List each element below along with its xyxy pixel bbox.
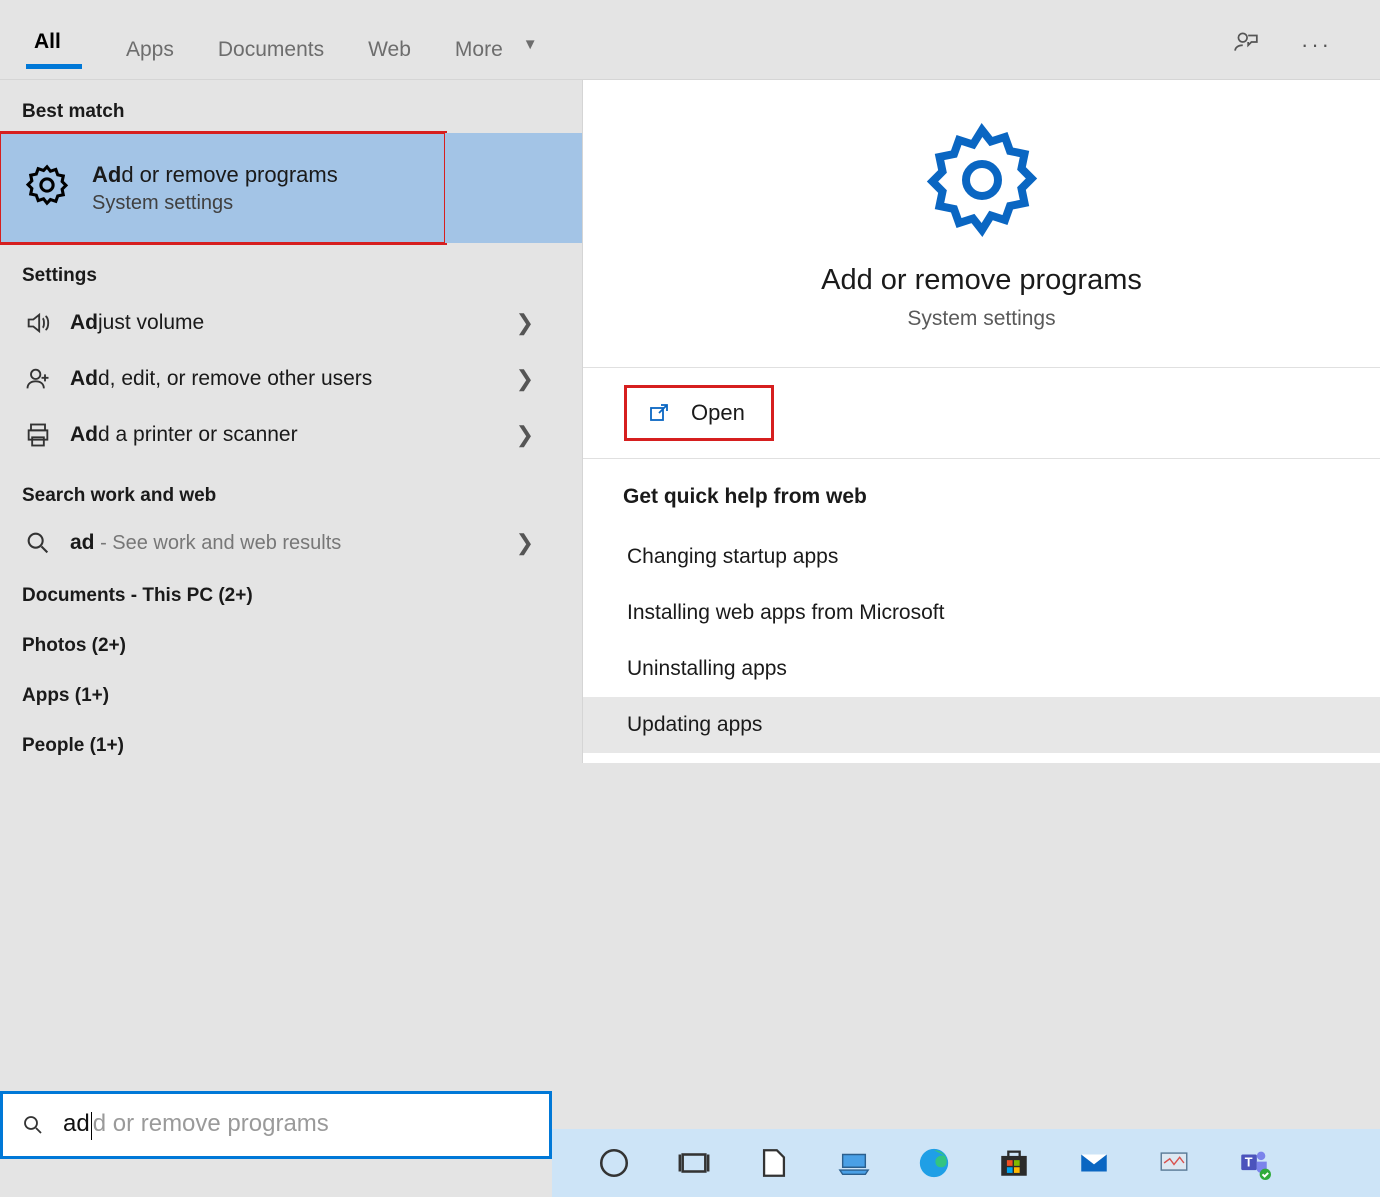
section-apps[interactable]: Apps (1+) — [0, 671, 582, 721]
tab-all[interactable]: All — [30, 12, 86, 77]
detail-subtitle: System settings — [603, 307, 1360, 331]
chevron-down-icon: ▼ — [523, 36, 538, 53]
taskbar-taskview-icon[interactable] — [674, 1143, 714, 1183]
best-match-result[interactable]: Add or remove programs System settings — [0, 133, 445, 243]
printer-icon — [24, 421, 52, 449]
taskbar-monitor-icon[interactable] — [1154, 1143, 1194, 1183]
chevron-right-icon: ❯ — [516, 366, 534, 392]
section-best-match: Best match — [0, 98, 582, 133]
text-cursor — [91, 1112, 92, 1140]
search-input[interactable]: add or remove programs — [0, 1091, 552, 1159]
settings-item-printer[interactable]: Add a printer or scanner ❯ — [0, 407, 582, 463]
gear-icon — [922, 120, 1042, 240]
web-search-item[interactable]: ad - See work and web results ❯ — [0, 515, 582, 571]
detail-column: Add or remove programs System settings O… — [582, 80, 1380, 1159]
taskbar-teams-icon[interactable]: T — [1234, 1143, 1274, 1183]
tab-documents[interactable]: Documents — [214, 20, 328, 70]
svg-text:T: T — [1245, 1155, 1253, 1170]
open-button[interactable]: Open — [627, 388, 771, 438]
section-search-web: Search work and web — [0, 463, 582, 515]
user-plus-icon — [24, 365, 52, 393]
results-column: Best match Add or remove programs System… — [0, 80, 582, 1159]
open-external-icon — [647, 401, 671, 425]
taskbar-mail-icon[interactable] — [1074, 1143, 1114, 1183]
help-item-updating-apps[interactable]: Updating apps — [583, 697, 1380, 753]
search-icon — [24, 529, 52, 557]
feedback-icon[interactable] — [1233, 29, 1259, 61]
search-typed-text: ad — [63, 1110, 90, 1137]
best-match-subtitle: System settings — [92, 192, 338, 215]
gear-icon — [24, 162, 70, 214]
settings-item-volume[interactable]: Adjust volume ❯ — [0, 295, 582, 351]
section-people[interactable]: People (1+) — [0, 721, 582, 771]
taskbar-libreoffice-icon[interactable] — [754, 1143, 794, 1183]
quick-help-header: Get quick help from web — [623, 485, 1340, 509]
help-item-startup-apps[interactable]: Changing startup apps — [623, 529, 1340, 585]
section-settings: Settings — [0, 243, 582, 295]
taskbar-store-icon[interactable] — [994, 1143, 1034, 1183]
taskbar-cortana-icon[interactable] — [594, 1143, 634, 1183]
taskbar-edge-icon[interactable] — [914, 1143, 954, 1183]
help-item-uninstall-apps[interactable]: Uninstalling apps — [623, 641, 1340, 697]
chevron-right-icon: ❯ — [516, 310, 534, 336]
best-match-title: Add or remove programs — [92, 162, 338, 188]
settings-item-users[interactable]: Add, edit, or remove other users ❯ — [0, 351, 582, 407]
quick-help-section: Get quick help from web Changing startup… — [583, 459, 1380, 763]
search-icon — [21, 1113, 45, 1137]
section-documents-thispc[interactable]: Documents - This PC (2+) — [0, 571, 582, 621]
detail-hero: Add or remove programs System settings — [583, 80, 1380, 368]
tab-apps[interactable]: Apps — [122, 20, 178, 70]
volume-icon — [24, 309, 52, 337]
top-tabs: All Apps Documents Web More ▼ ··· — [0, 0, 1380, 80]
section-photos[interactable]: Photos (2+) — [0, 621, 582, 671]
chevron-right-icon: ❯ — [516, 422, 534, 448]
detail-title: Add or remove programs — [603, 264, 1360, 297]
tab-more[interactable]: More — [451, 20, 507, 70]
search-ghost-text: d or remove programs — [93, 1110, 329, 1137]
taskbar-laptop-icon[interactable] — [834, 1143, 874, 1183]
taskbar: T — [552, 1129, 1380, 1197]
help-item-install-webapps[interactable]: Installing web apps from Microsoft — [623, 585, 1340, 641]
more-options-icon[interactable]: ··· — [1301, 32, 1332, 58]
tab-web[interactable]: Web — [364, 20, 415, 70]
chevron-right-icon: ❯ — [516, 530, 534, 556]
